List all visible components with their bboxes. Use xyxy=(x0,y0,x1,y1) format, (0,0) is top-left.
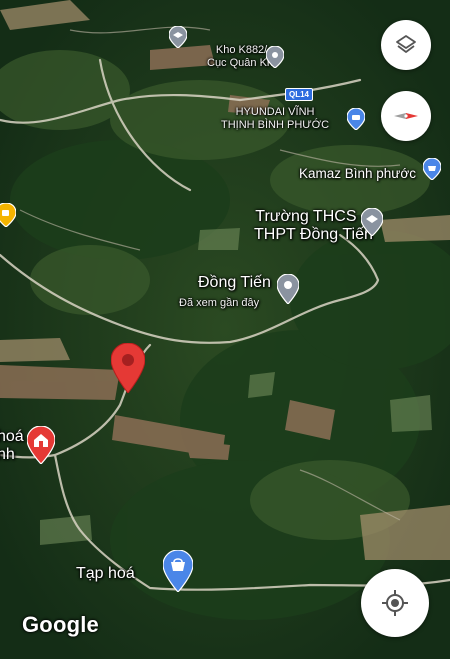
place-label-hyundai[interactable]: HYUNDAI VĨNH THỊNH BÌNH PHƯỚC xyxy=(221,106,329,131)
place-label-line: THỊNH BÌNH PHƯỚC xyxy=(221,118,330,131)
place-sublabel-recently-viewed: Đã xem gần đây xyxy=(179,297,260,309)
car-dealer-pin-icon[interactable] xyxy=(347,108,365,130)
map-pin-gray-icon[interactable] xyxy=(266,46,284,68)
school-pin-icon[interactable] xyxy=(169,26,187,48)
layers-icon xyxy=(396,35,416,53)
place-label-tap-hoa[interactable]: Tạp hoá xyxy=(76,565,135,583)
place-label-line: nh xyxy=(0,446,15,464)
place-label-dong-tien[interactable]: Đồng Tiến xyxy=(198,274,271,292)
my-location-button[interactable] xyxy=(361,569,429,637)
cafe-pin-icon[interactable] xyxy=(0,203,16,227)
place-label-kamaz[interactable]: Kamaz Bình phước xyxy=(299,166,416,182)
school-pin-icon[interactable] xyxy=(361,208,383,236)
place-label-line: Trường THCS & xyxy=(255,208,372,225)
place-label-line: HYUNDAI VĨNH xyxy=(235,106,315,118)
google-attribution: Google xyxy=(22,612,99,637)
shopping-pin-icon[interactable] xyxy=(163,550,193,592)
place-label-truong[interactable]: Trường THCS & THPT Đồng Tiến xyxy=(254,208,373,245)
place-label-left-edge[interactable]: hoá nh xyxy=(0,428,24,465)
place-label-line: hoá xyxy=(0,428,24,445)
road-shield: QL14 xyxy=(285,88,314,101)
dropped-pin-icon[interactable] xyxy=(111,343,145,393)
shop-pin-icon[interactable] xyxy=(423,158,441,180)
compass-icon xyxy=(394,113,418,119)
layers-button[interactable] xyxy=(381,20,431,70)
map-pin-gray-icon[interactable] xyxy=(277,274,299,304)
home-pin-icon[interactable] xyxy=(27,426,55,464)
compass-button[interactable] xyxy=(381,91,431,141)
satellite-map[interactable] xyxy=(0,0,450,659)
my-location-icon xyxy=(382,590,408,616)
place-label-line: THPT Đồng Tiến xyxy=(254,226,373,244)
